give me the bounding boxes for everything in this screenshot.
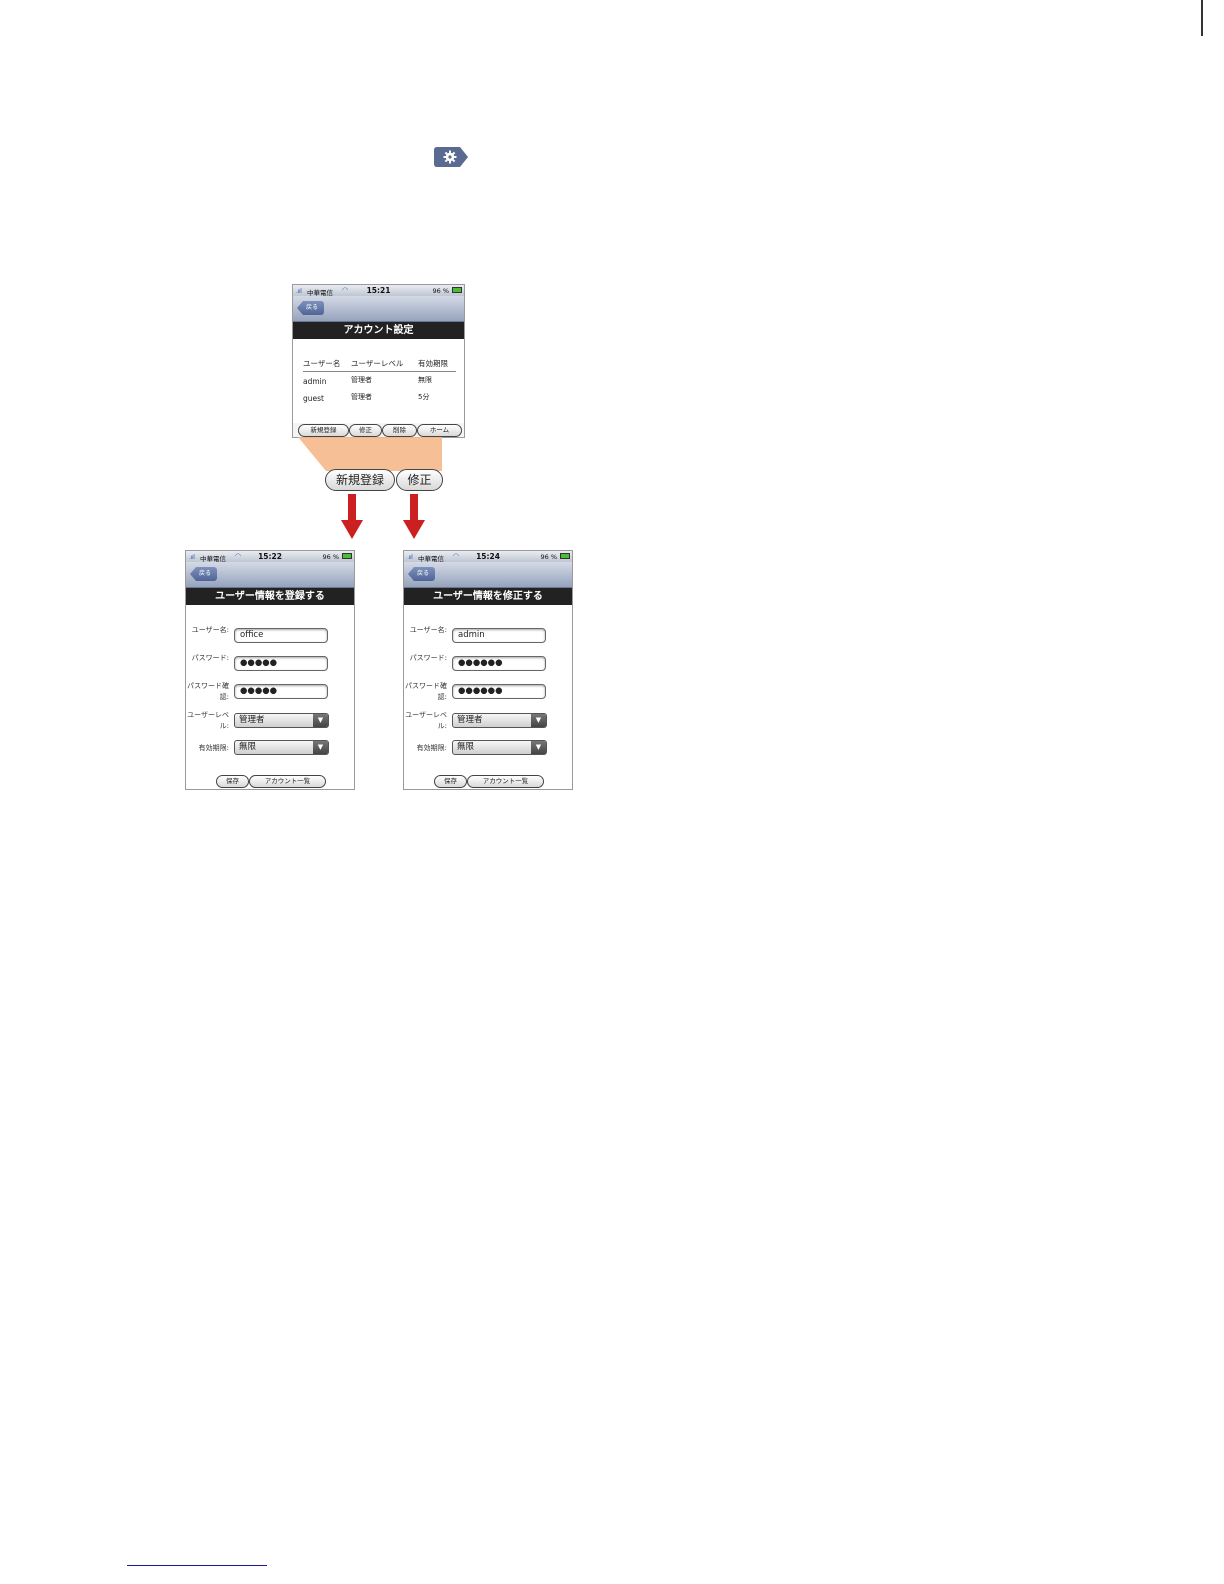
user-level-value: 管理者: [457, 715, 483, 725]
dropdown-arrow-icon: ▼: [531, 714, 546, 727]
dropdown-arrow-icon: ▼: [531, 741, 546, 754]
back-button[interactable]: 戻る: [408, 567, 436, 581]
user-level-value: 管理者: [239, 715, 265, 725]
callout-edit-button: 修正: [396, 469, 443, 491]
password-confirm-label: パスワード確認:: [187, 682, 229, 701]
battery-label: 96 %: [322, 552, 339, 561]
expiry-value: 無限: [239, 742, 257, 752]
margin-rule: [1201, 0, 1203, 36]
column-header: 有効期限: [418, 359, 448, 368]
arrow-down-icon: [403, 494, 425, 539]
delete-account-button[interactable]: 削除: [382, 424, 417, 437]
account-list-button[interactable]: アカウント一覧: [467, 775, 544, 788]
new-account-button[interactable]: 新規登録: [298, 424, 349, 437]
register-user-screen: .ııl 中華電信 ◠ 15:22 96 % 戻る ユーザー情報を登録する ユー…: [185, 550, 355, 790]
password-confirm-input[interactable]: ●●●●●: [234, 684, 328, 699]
bottom-toolbar: 新規登録 修正 削除 ホーム: [293, 423, 464, 437]
password-confirm-label: パスワード確認:: [405, 682, 447, 701]
expiry-label: 有効期限:: [198, 744, 229, 752]
account-list-button[interactable]: アカウント一覧: [249, 775, 326, 788]
page-title: アカウント設定: [293, 322, 464, 339]
user-level-label: ユーザーレベル:: [405, 711, 447, 730]
nav-bar: 戻る: [186, 562, 354, 588]
status-bar: .ııl 中華電信 ◠ 15:22 96 %: [186, 551, 354, 563]
footnote-rule: [127, 1565, 267, 1566]
battery-label: 96 %: [432, 286, 449, 295]
row-level: 管理者: [351, 393, 372, 401]
user-level-select[interactable]: 管理者 ▼: [234, 713, 329, 728]
save-button[interactable]: 保存: [216, 775, 249, 788]
column-header: ユーザーレベル: [351, 359, 404, 368]
gear-icon: [434, 147, 468, 167]
status-bar: .ııl 中華電信 ◠ 15:21 96 %: [293, 285, 464, 297]
dropdown-arrow-icon: ▼: [313, 714, 328, 727]
status-bar: .ııl 中華電信 ◠ 15:24 96 %: [404, 551, 572, 563]
save-button[interactable]: 保存: [434, 775, 467, 788]
password-label: パスワード:: [191, 654, 229, 662]
row-expiry: 5分: [418, 393, 430, 401]
battery-icon: [342, 553, 352, 559]
column-header: ユーザー名: [303, 359, 341, 368]
username-input[interactable]: office: [234, 628, 328, 643]
expiry-select[interactable]: 無限 ▼: [234, 740, 329, 755]
arrow-down-icon: [341, 494, 363, 539]
account-table: ユーザー名 ユーザーレベル 有効期限 admin 管理者 無限 guest 管理…: [303, 358, 456, 410]
page-title: ユーザー情報を登録する: [186, 588, 354, 605]
nav-bar: 戻る: [404, 562, 572, 588]
table-row[interactable]: admin 管理者 無限: [303, 376, 456, 393]
expiry-select[interactable]: 無限 ▼: [452, 740, 547, 755]
edit-user-screen: .ııl 中華電信 ◠ 15:24 96 % 戻る ユーザー情報を修正する ユー…: [403, 550, 573, 790]
row-level: 管理者: [351, 376, 372, 384]
user-level-select[interactable]: 管理者 ▼: [452, 713, 547, 728]
user-level-label: ユーザーレベル:: [187, 711, 229, 730]
expiry-label: 有効期限:: [416, 744, 447, 752]
edit-account-button[interactable]: 修正: [349, 424, 382, 437]
row-username: admin: [303, 377, 327, 386]
home-button[interactable]: ホーム: [417, 424, 462, 437]
account-settings-screen: .ııl 中華電信 ◠ 15:21 96 % 戻る アカウント設定 ユーザー名 …: [292, 284, 465, 438]
battery-label: 96 %: [540, 552, 557, 561]
callout-new-button: 新規登録: [325, 469, 395, 491]
battery-icon: [452, 287, 462, 293]
row-username: guest: [303, 394, 324, 403]
username-label: ユーザー名:: [191, 626, 229, 634]
row-expiry: 無限: [418, 376, 432, 384]
dropdown-arrow-icon: ▼: [313, 741, 328, 754]
back-button[interactable]: 戻る: [297, 301, 325, 315]
table-header: ユーザー名 ユーザーレベル 有効期限: [303, 358, 456, 372]
username-input[interactable]: admin: [452, 628, 546, 643]
expiry-value: 無限: [457, 742, 475, 752]
back-button[interactable]: 戻る: [190, 567, 218, 581]
password-input[interactable]: ●●●●●: [234, 656, 328, 671]
table-row[interactable]: guest 管理者 5分: [303, 393, 456, 410]
username-label: ユーザー名:: [409, 626, 447, 634]
password-label: パスワード:: [409, 654, 447, 662]
battery-icon: [560, 553, 570, 559]
page-title: ユーザー情報を修正する: [404, 588, 572, 605]
password-input[interactable]: ●●●●●●: [452, 656, 546, 671]
nav-bar: 戻る: [293, 296, 464, 322]
password-confirm-input[interactable]: ●●●●●●: [452, 684, 546, 699]
